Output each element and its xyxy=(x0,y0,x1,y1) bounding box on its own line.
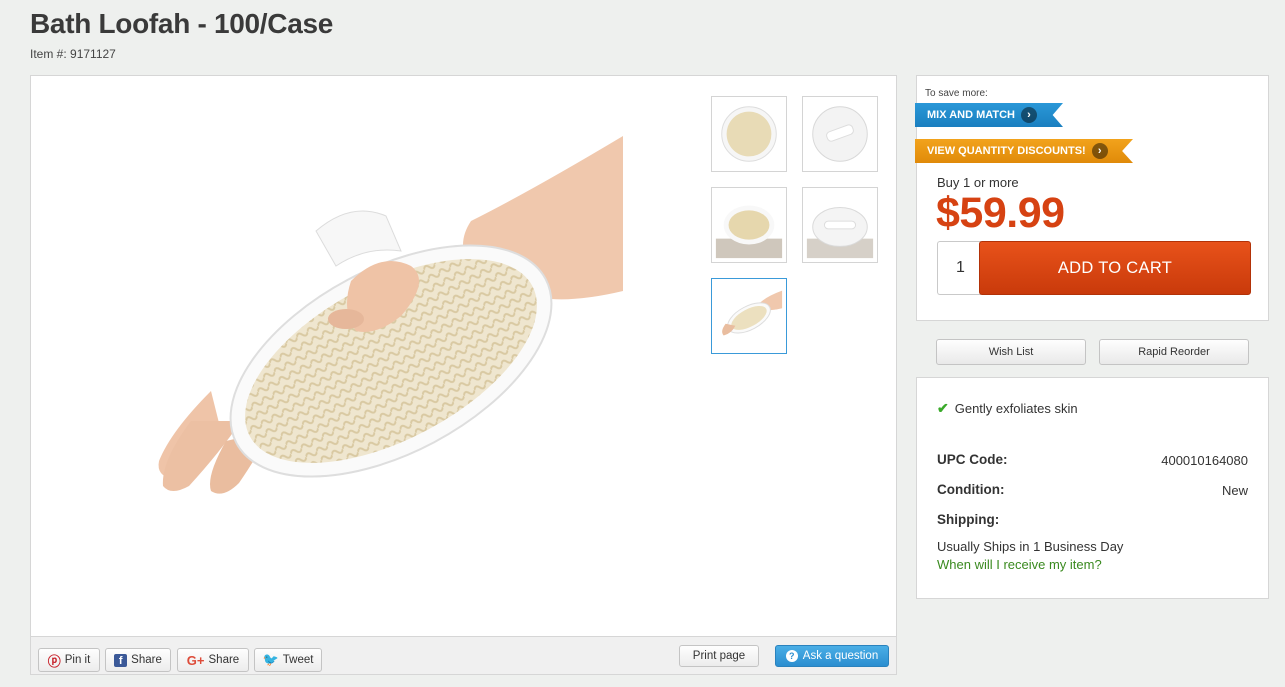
print-page-button[interactable]: Print page xyxy=(679,645,759,667)
price: $59.99 xyxy=(936,189,1065,237)
thumbnail-5[interactable] xyxy=(711,278,787,354)
ask-label: Ask a question xyxy=(802,650,879,662)
pinterest-label: Pin it xyxy=(64,654,91,666)
upc-value: 400010164080 xyxy=(1161,453,1248,468)
google-share-button[interactable]: G+ Share xyxy=(177,648,249,672)
feature-text: Gently exfoliates skin xyxy=(954,401,1078,416)
wish-list-button[interactable]: Wish List xyxy=(936,339,1086,365)
question-icon: ? xyxy=(785,650,798,662)
pinterest-icon: ⓟ xyxy=(47,653,61,669)
share-bar: ⓟ Pin it f Share G+ Share 🐦 Tweet Print … xyxy=(31,636,896,674)
quantity-input[interactable]: 1 xyxy=(937,241,981,295)
quantity-discounts-ribbon[interactable]: VIEW QUANTITY DISCOUNTS! › xyxy=(915,139,1133,163)
facebook-icon: f xyxy=(114,653,128,667)
chevron-right-icon: › xyxy=(1021,107,1037,123)
delivery-estimate-link[interactable]: When will I receive my item? xyxy=(937,557,1102,572)
page-title: Bath Loofah - 100/Case xyxy=(30,8,334,39)
thumbnail-1[interactable] xyxy=(711,96,787,172)
google-label: Share xyxy=(208,654,240,666)
save-more-label: To save more: xyxy=(925,88,988,99)
thumbnail-2[interactable] xyxy=(802,96,878,172)
ask-question-button[interactable]: ? Ask a question xyxy=(775,645,889,667)
facebook-share-button[interactable]: f Share xyxy=(105,648,171,672)
pinterest-button[interactable]: ⓟ Pin it xyxy=(38,648,100,672)
main-product-image[interactable] xyxy=(151,131,631,501)
twitter-tweet-button[interactable]: 🐦 Tweet xyxy=(254,648,322,672)
checkmark-icon: ✔ xyxy=(937,400,949,416)
thumbnail-3[interactable] xyxy=(711,187,787,263)
upc-label: UPC Code: xyxy=(937,452,1008,467)
item-number: Item #: 9171127 xyxy=(30,47,116,61)
mix-and-match-label: MIX AND MATCH xyxy=(927,109,1015,121)
thumbnail-4[interactable] xyxy=(802,187,878,263)
shipping-label: Shipping: xyxy=(937,512,1000,527)
mix-and-match-ribbon[interactable]: MIX AND MATCH › xyxy=(915,103,1063,127)
quantity-discounts-label: VIEW QUANTITY DISCOUNTS! xyxy=(927,145,1086,157)
product-details: ✔ Gently exfoliates skin UPC Code: 40001… xyxy=(916,377,1269,599)
condition-label: Condition: xyxy=(937,482,1005,497)
twitter-label: Tweet xyxy=(282,654,314,666)
feature-item: ✔ Gently exfoliates skin xyxy=(937,400,1078,417)
shipping-value: Usually Ships in 1 Business Day xyxy=(937,539,1124,554)
twitter-icon: 🐦 xyxy=(262,652,279,667)
buy-quantity-label: Buy 1 or more xyxy=(937,175,1019,190)
buy-box: To save more: MIX AND MATCH › VIEW QUANT… xyxy=(915,75,1269,321)
product-gallery: ⓟ Pin it f Share G+ Share 🐦 Tweet Print … xyxy=(30,75,897,675)
rapid-reorder-button[interactable]: Rapid Reorder xyxy=(1099,339,1249,365)
google-plus-icon: G+ xyxy=(186,652,205,668)
add-to-cart-button[interactable]: ADD TO CART xyxy=(979,241,1251,295)
facebook-label: Share xyxy=(131,654,162,666)
chevron-right-icon: › xyxy=(1091,143,1108,159)
condition-value: New xyxy=(1221,483,1248,498)
